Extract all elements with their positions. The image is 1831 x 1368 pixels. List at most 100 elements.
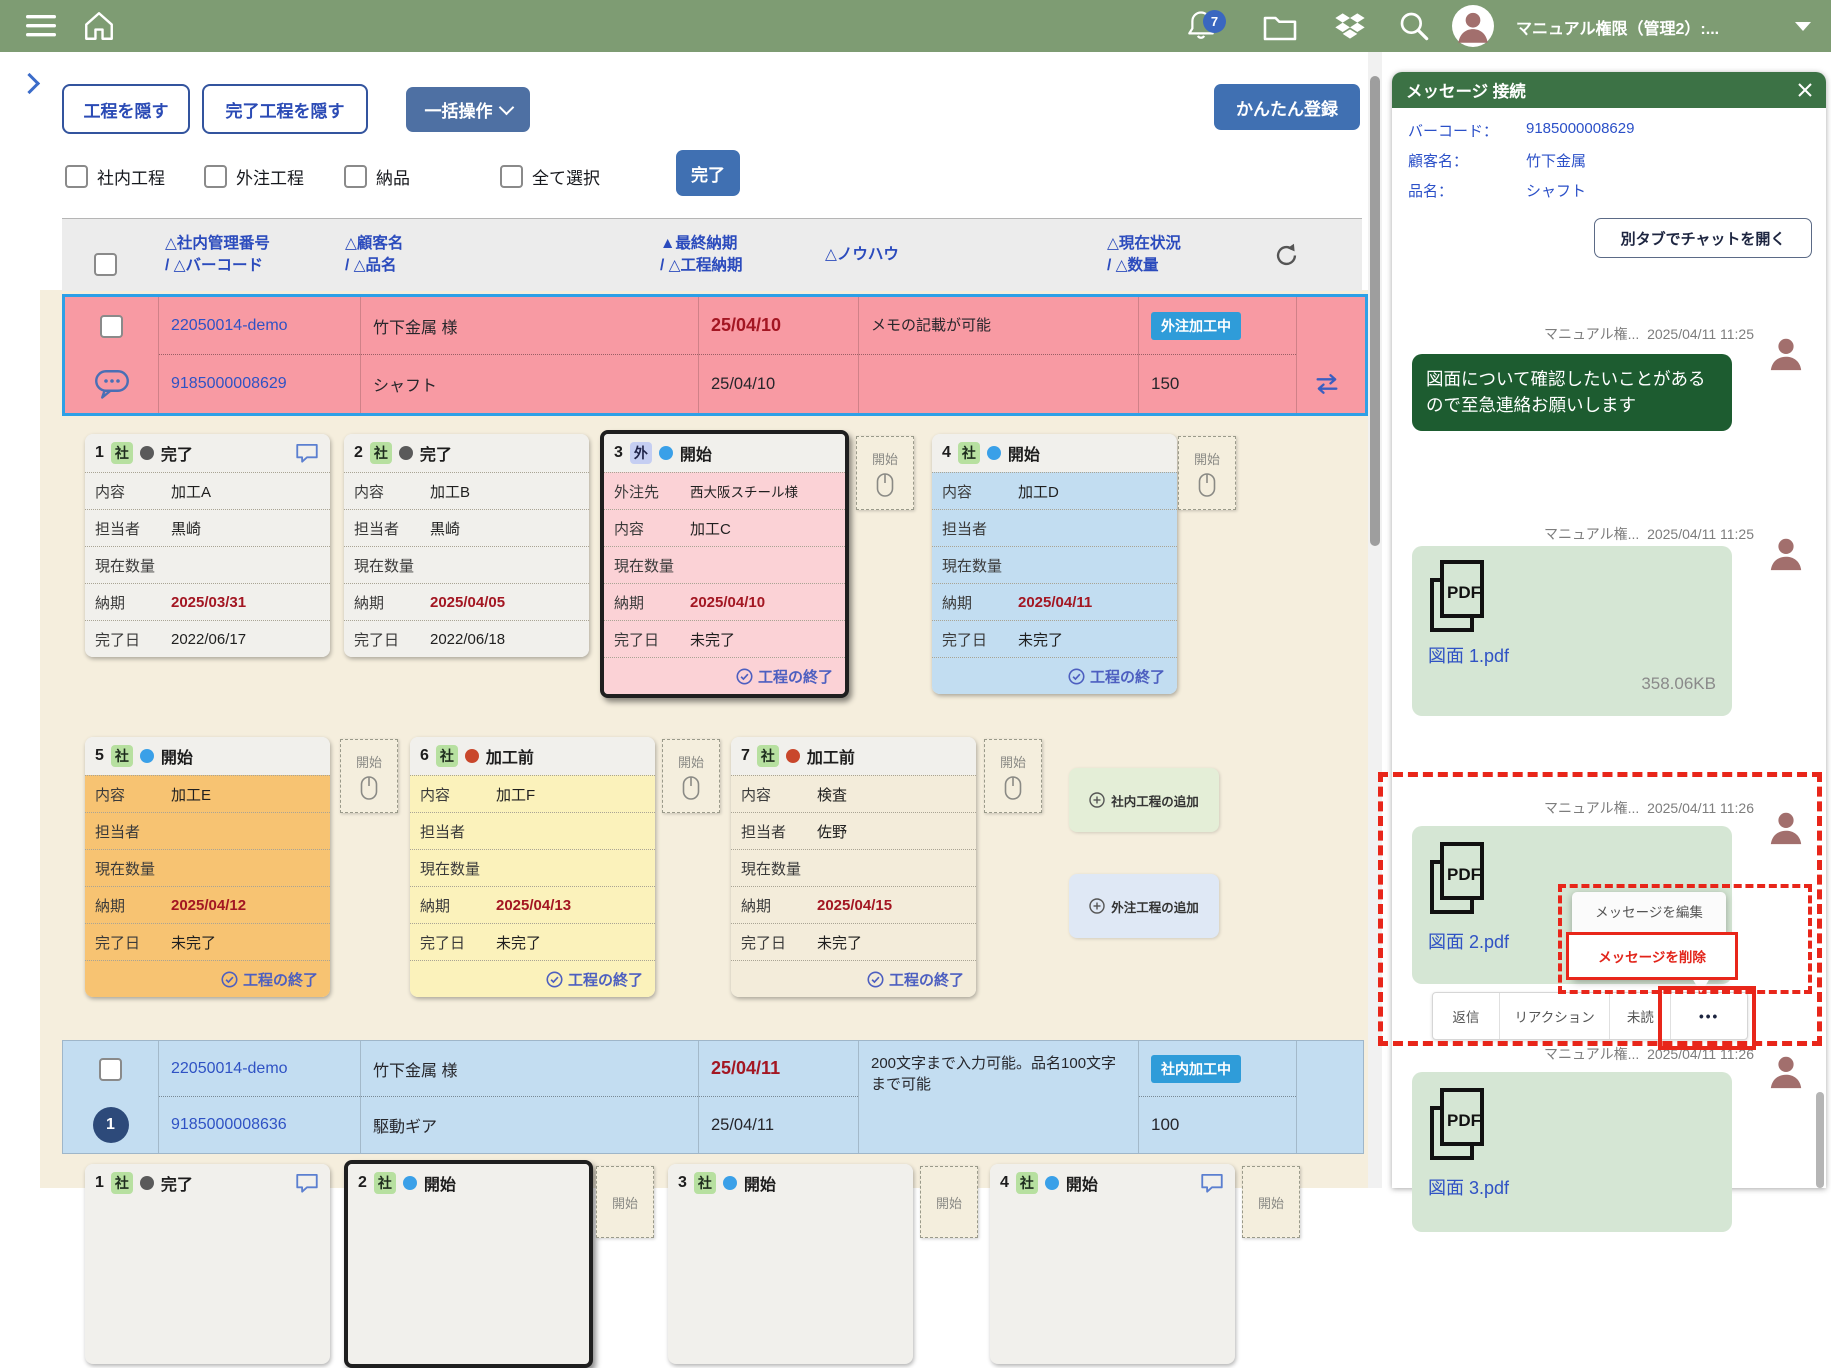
filter-internal-process[interactable]: 社内工程 — [65, 164, 165, 189]
column-header-knowhow[interactable]: △ノウハウ — [825, 244, 1107, 266]
menu-delete-message-highlighted[interactable]: メッセージを削除 — [1566, 932, 1738, 980]
start-drop-zone[interactable]: 開始 — [340, 739, 398, 813]
process-card-partial-2-selected[interactable]: 2社開始 — [344, 1160, 593, 1368]
end-process-button[interactable]: 工程の終了 — [731, 960, 976, 997]
column-header-id[interactable]: △社内管理番号/ △バーコード — [165, 233, 345, 278]
row-checkbox[interactable] — [100, 315, 123, 338]
svg-text:PDF: PDF — [1447, 583, 1481, 602]
refresh-icon[interactable] — [1273, 242, 1300, 269]
chat-panel-title: メッセージ 接続 — [1406, 78, 1526, 102]
status-dot — [465, 749, 479, 763]
card-comment-icon[interactable] — [294, 442, 320, 464]
hide-process-button[interactable]: 工程を隠す — [62, 84, 190, 134]
process-card-partial-4[interactable]: 4社開始 — [990, 1164, 1235, 1364]
hide-completed-button[interactable]: 完了工程を隠す — [202, 84, 368, 134]
end-process-button[interactable]: 工程の終了 — [410, 960, 655, 997]
start-drop-zone[interactable]: 開始 — [1178, 436, 1236, 510]
process-card-6[interactable]: 6社加工前 内容加工F 担当者 現在数量 納期2025/04/13 完了日未完了… — [410, 737, 655, 997]
status-dot — [140, 749, 154, 763]
start-drop-zone[interactable]: 開始 — [984, 739, 1042, 813]
add-outsource-process-button[interactable]: 外注工程の追加 — [1069, 874, 1219, 938]
menu-icon[interactable] — [24, 14, 58, 38]
start-drop-zone[interactable]: 開始 — [662, 739, 720, 813]
filter-outsource-label: 外注工程 — [236, 164, 304, 189]
knowhow-note: メモの記載が可能 — [871, 315, 991, 336]
card-comment-icon[interactable] — [294, 1172, 320, 1194]
open-chat-tab-button[interactable]: 別タブでチャットを開く — [1594, 218, 1812, 258]
column-header-status[interactable]: △現在状況/ △数量 — [1107, 233, 1267, 278]
search-icon[interactable] — [1398, 10, 1430, 42]
status-dot — [786, 749, 800, 763]
chat-bubble-icon[interactable] — [65, 355, 158, 413]
avatar — [1767, 1052, 1807, 1092]
filter-delivery-label: 納品 — [376, 164, 410, 189]
process-card-2[interactable]: 2社完了 内容加工B 担当者黒崎 現在数量 納期2025/04/05 完了日20… — [344, 434, 589, 657]
process-card-partial-1[interactable]: 1社完了 — [85, 1164, 330, 1364]
status-dot — [399, 446, 413, 460]
barcode-link[interactable]: 9185000008629 — [171, 375, 287, 393]
order-id-link[interactable]: 22050014-demo — [171, 317, 288, 335]
barcode-link[interactable]: 9185000008636 — [171, 1116, 287, 1134]
chat-message-text[interactable]: 図面について確認したいことがあるので至急連絡お願いします — [1412, 354, 1732, 431]
filter-delivery[interactable]: 納品 — [344, 164, 410, 189]
status-badge: 外注加工中 — [1151, 312, 1241, 340]
start-drop-zone[interactable]: 開始 — [920, 1166, 978, 1238]
top-bar: 7 マニュアル権限（管理2）:... — [0, 0, 1831, 52]
complete-button[interactable]: 完了 — [676, 150, 740, 196]
chat-message-file[interactable]: PDF 図面 1.pdf 358.06KB — [1412, 546, 1732, 716]
add-internal-process-button[interactable]: 社内工程の追加 — [1069, 768, 1219, 832]
main-scrollbar-thumb[interactable] — [1370, 76, 1380, 546]
chat-message-file[interactable]: PDF 図面 3.pdf — [1412, 1072, 1732, 1232]
menu-edit-message[interactable]: メッセージを編集 — [1572, 892, 1726, 930]
easy-register-button[interactable]: かんたん登録 — [1214, 84, 1360, 130]
user-avatar[interactable] — [1452, 5, 1494, 47]
checkbox-delivery[interactable] — [344, 165, 367, 188]
process-card-7[interactable]: 7社加工前 内容検査 担当者佐野 現在数量 納期2025/04/15 完了日未完… — [731, 737, 976, 997]
column-header-due[interactable]: ▲最終納期/ △工程納期 — [660, 233, 825, 278]
process-card-partial-3[interactable]: 3社開始 — [668, 1164, 913, 1364]
swap-arrows-icon[interactable] — [1297, 355, 1357, 413]
expand-panel-chevron-icon[interactable] — [19, 73, 40, 94]
file-link[interactable]: 図面 3.pdf — [1428, 1174, 1509, 1200]
message-meta: マニュアル権... 2025/04/11 11:25 — [1544, 324, 1754, 344]
start-drop-zone[interactable]: 開始 — [856, 436, 914, 510]
checkbox-select-all[interactable] — [500, 165, 523, 188]
dropbox-icon[interactable] — [1334, 11, 1366, 41]
process-card-1[interactable]: 1社完了 内容加工A 担当者黒崎 現在数量 納期2025/03/31 完了日20… — [85, 434, 330, 657]
start-drop-zone[interactable]: 開始 — [596, 1166, 654, 1238]
user-dropdown-caret-icon[interactable] — [1795, 22, 1811, 31]
end-process-button[interactable]: 工程の終了 — [85, 960, 330, 997]
filter-select-all[interactable]: 全て選択 — [500, 164, 600, 189]
status-dot — [140, 446, 154, 460]
order-id-link[interactable]: 22050014-demo — [171, 1060, 288, 1078]
checkbox-internal[interactable] — [65, 165, 88, 188]
bulk-action-button[interactable]: 一括操作 — [406, 87, 530, 132]
final-due-date: 25/04/10 — [711, 315, 781, 336]
mouse-icon — [681, 775, 701, 801]
close-icon[interactable] — [1796, 81, 1814, 99]
checkbox-outsource[interactable] — [204, 165, 227, 188]
chevron-down-icon — [498, 100, 514, 116]
start-drop-zone[interactable]: 開始 — [1242, 1166, 1300, 1238]
folder-icon[interactable] — [1262, 12, 1298, 42]
row-checkbox[interactable] — [99, 1058, 122, 1081]
file-link[interactable]: 図面 1.pdf — [1428, 642, 1509, 668]
process-due-date: 25/04/10 — [711, 375, 775, 394]
filter-outsource-process[interactable]: 外注工程 — [204, 164, 304, 189]
process-card-5[interactable]: 5社開始 内容加工E 担当者 現在数量 納期2025/04/12 完了日未完了 … — [85, 737, 330, 997]
order-row[interactable]: 1 22050014-demo 9185000008636 竹下金属 様 駆動ギ… — [62, 1040, 1364, 1154]
info-product: 品名：シャフト — [1408, 180, 1586, 201]
product-name: 駆動ギア — [373, 1113, 437, 1137]
home-icon[interactable] — [82, 10, 116, 42]
header-select-checkbox[interactable] — [94, 253, 117, 276]
user-menu-label[interactable]: マニュアル権限（管理2）:... — [1516, 15, 1719, 39]
card-comment-icon[interactable] — [1199, 1172, 1225, 1194]
order-row[interactable]: 22050014-demo 9185000008629 竹下金属 様 シャフト … — [62, 294, 1368, 416]
avatar — [1767, 334, 1807, 374]
end-process-button[interactable]: 工程の終了 — [604, 657, 845, 694]
panel-scrollbar-thumb[interactable] — [1816, 1092, 1824, 1188]
end-process-button[interactable]: 工程の終了 — [932, 657, 1177, 694]
column-header-customer[interactable]: △顧客名/ △品名 — [345, 233, 660, 278]
process-card-3-selected[interactable]: 3外開始 外注先西大阪スチール様 内容加工C 現在数量 納期2025/04/10… — [600, 430, 849, 698]
process-card-4[interactable]: 4社開始 内容加工D 担当者 現在数量 納期2025/04/11 完了日未完了 … — [932, 434, 1177, 694]
